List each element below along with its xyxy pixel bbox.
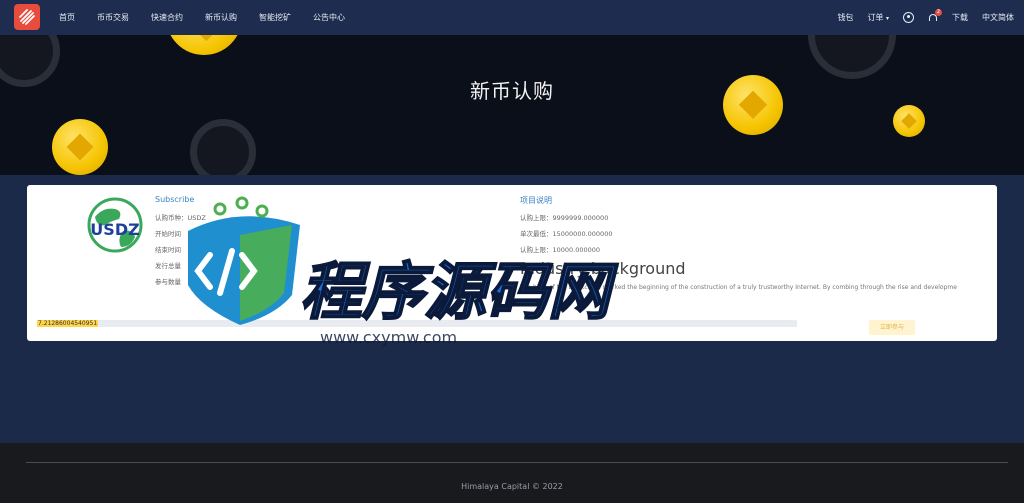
nav-quick-contract[interactable]: 快速合约 [151, 12, 183, 23]
logo-icon [19, 9, 35, 25]
nav-spot-trading[interactable]: 币币交易 [97, 12, 129, 23]
globe-icon: USDZ [87, 197, 143, 253]
notification-badge: 2 [935, 9, 942, 16]
subscribe-row: 发行总量 [155, 262, 181, 270]
watermark-shield-icon: 程序源码网 www.cxymw.com [188, 196, 620, 347]
nav-new-coin-subscription[interactable]: 新币认购 [205, 12, 237, 23]
nav-announcements[interactable]: 公告中心 [313, 12, 345, 23]
nav-home[interactable]: 首页 [59, 12, 75, 23]
progress-value: 7.21286004540951 [37, 320, 99, 327]
nav-orders-label: 订单 [867, 13, 884, 22]
page-title: 新币认购 [470, 79, 554, 103]
nav-language[interactable]: 中文简体 [982, 12, 1014, 23]
coin-decor [893, 105, 925, 137]
subscribe-row: 结束时间 [155, 246, 181, 254]
footer: Himalaya Capital © 2022 [0, 443, 1024, 503]
participate-button[interactable]: 立即参与 [869, 320, 915, 335]
footer-divider [26, 462, 1008, 463]
user-icon[interactable] [903, 12, 914, 23]
nav-orders[interactable]: 订单 ▾ [867, 12, 889, 23]
coin-decor [52, 119, 108, 175]
nav-download[interactable]: 下载 [952, 12, 968, 23]
chevron-down-icon: ▾ [885, 15, 889, 22]
brand-logo[interactable] [14, 4, 40, 30]
watermark: 程序源码网 www.cxymw.com [180, 195, 620, 395]
footer-copyright: Himalaya Capital © 2022 [461, 482, 563, 491]
decor-ring [808, 35, 896, 79]
watermark-text: 程序源码网 [300, 255, 619, 328]
nav-wallet[interactable]: 钱包 [837, 12, 853, 23]
nav-links: 首页 币币交易 快速合约 新币认购 智能挖矿 公告中心 [59, 0, 367, 35]
logo-text: USDZ [90, 220, 139, 239]
nav-right: 钱包 订单 ▾ 2 下载 中文简体 [823, 0, 1014, 35]
watermark-url: www.cxymw.com [320, 328, 457, 347]
subscribe-row: 参与数量 [155, 278, 181, 286]
top-nav: 首页 币币交易 快速合约 新币认购 智能挖矿 公告中心 钱包 订单 ▾ 2 下载… [0, 0, 1024, 35]
decor-ring [190, 119, 256, 175]
nav-smart-mining[interactable]: 智能挖矿 [259, 12, 291, 23]
hero-banner: 新币认购 [0, 35, 1024, 175]
usdz-logo: USDZ [83, 195, 147, 259]
subscribe-row: 开始时间 [155, 230, 181, 238]
coin-decor [166, 35, 242, 55]
bell-icon[interactable]: 2 [928, 9, 942, 23]
